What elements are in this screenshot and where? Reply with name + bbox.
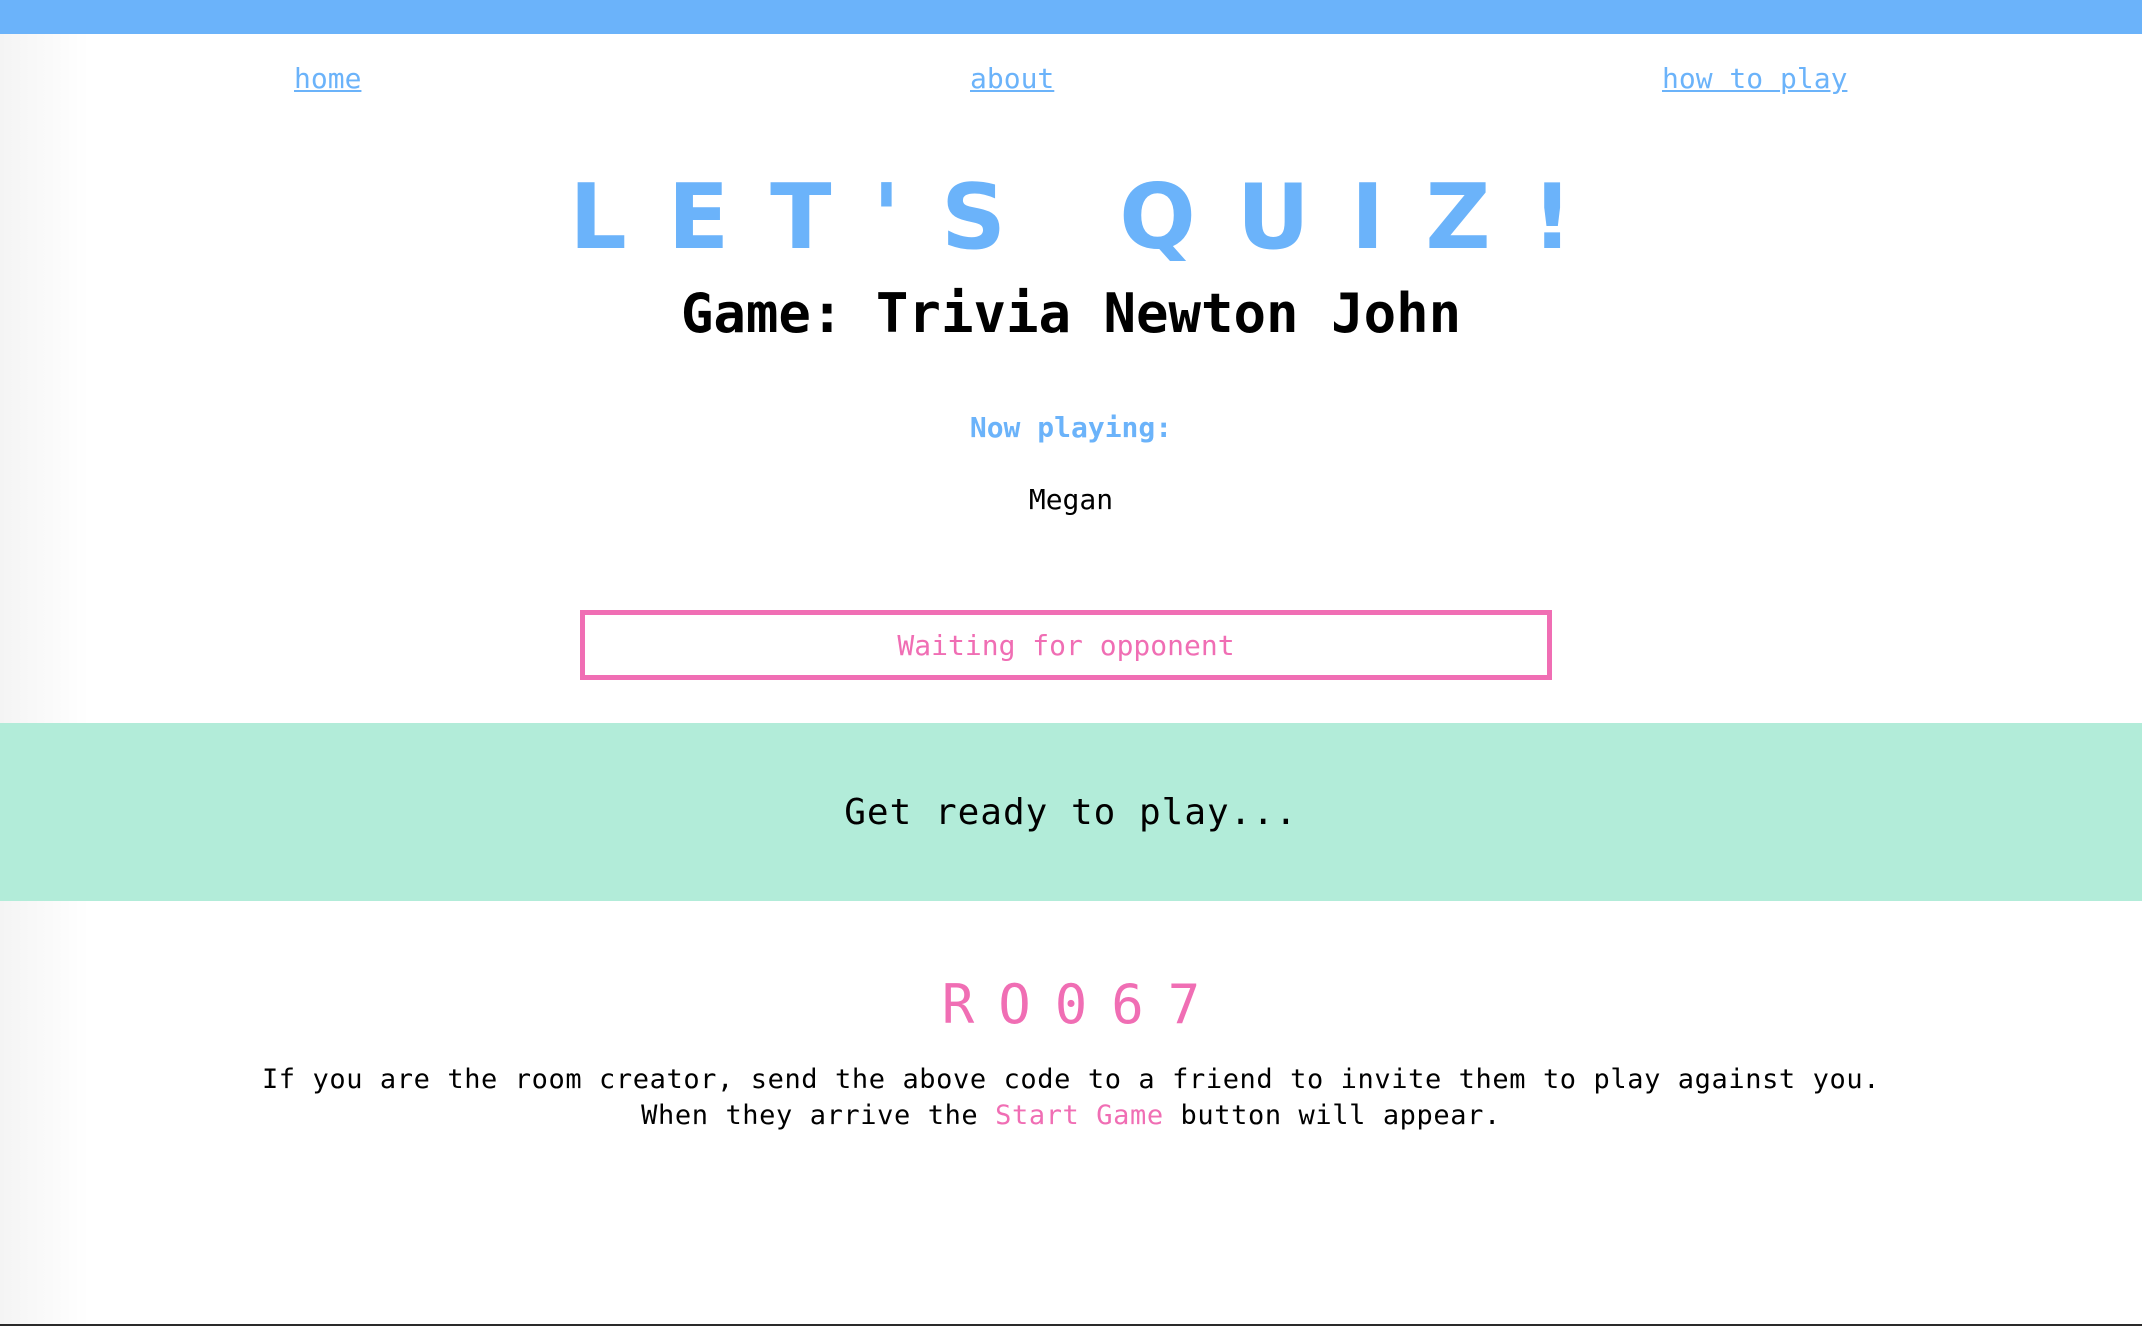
page-title: LET'S QUIZ! [569, 165, 1614, 270]
nav-link-about[interactable]: about [970, 62, 1054, 95]
now-playing-label: Now playing: [969, 411, 1173, 444]
top-accent-bar [0, 0, 2142, 34]
player-name: Megan [1028, 483, 1114, 516]
waiting-status-box: Waiting for opponent [580, 610, 1552, 680]
nav-link-home[interactable]: home [294, 62, 361, 95]
nav-link-how-to-play[interactable]: how to play [1662, 62, 1847, 95]
room-code: RO067 [941, 973, 1225, 1036]
instructions-text-end: button will appear. [1163, 1100, 1501, 1131]
game-name: Game: Trivia Newton John [680, 282, 1462, 345]
get-ready-banner: Get ready to play... [0, 723, 2142, 901]
start-game-highlight: Start Game [995, 1100, 1164, 1131]
waiting-status-text: Waiting for opponent [897, 628, 1235, 662]
invite-instructions: If you are the room creator, send the ab… [240, 1062, 1902, 1134]
get-ready-text: Get ready to play... [844, 791, 1298, 833]
top-nav: home about how to play [0, 62, 2142, 102]
